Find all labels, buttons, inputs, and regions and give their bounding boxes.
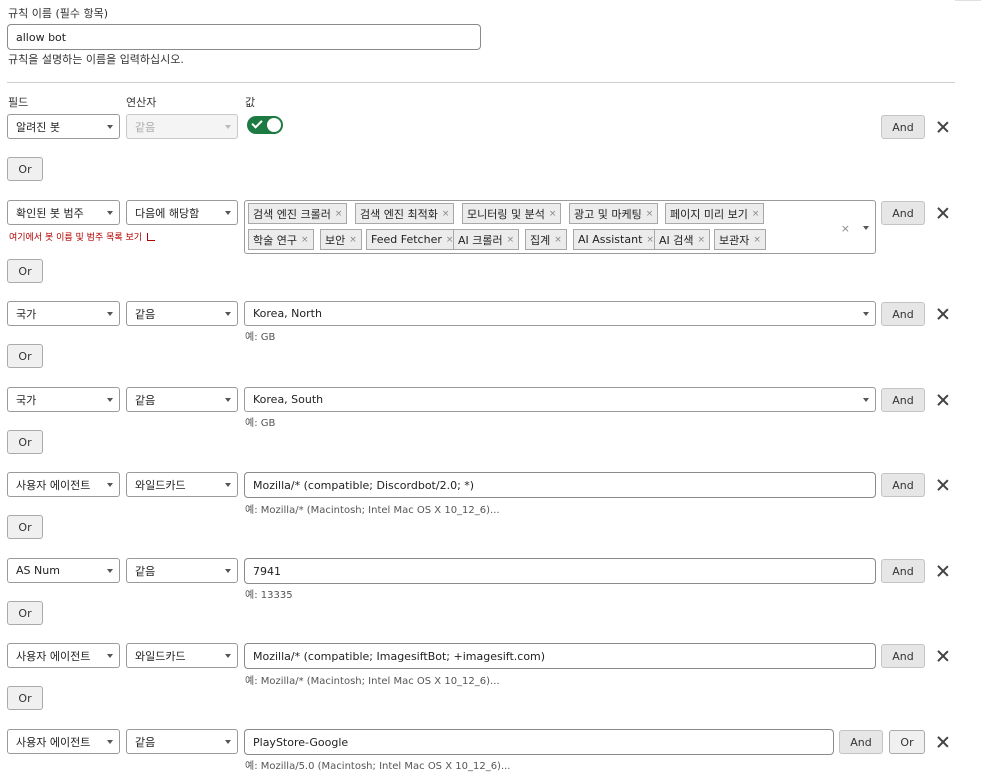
category-tag: 광고 및 마케팅 × — [569, 203, 659, 224]
field-select-row-5[interactable]: 사용자 에이전트 — [7, 472, 120, 497]
operator-select-row-6[interactable]: 같음 — [126, 558, 238, 583]
or-button-row-3[interactable]: Or — [7, 344, 43, 368]
value-hint-row-7: 예: Mozilla/* (Macintosh; Intel Mac OS X … — [245, 676, 500, 687]
field-select-row-2[interactable]: 확인된 봇 범주 — [7, 200, 120, 225]
top-edge-line — [955, 0, 981, 3]
remove-row-3-icon[interactable] — [936, 307, 950, 321]
tag-remove-icon[interactable]: × — [752, 209, 760, 219]
chevron-down-icon[interactable] — [863, 226, 869, 230]
user-agent-input-row-8[interactable]: PlayStore-Google — [244, 729, 834, 755]
category-tag: 보안 × — [320, 229, 362, 250]
remove-row-5-icon[interactable] — [936, 478, 950, 492]
field-select-row-3[interactable]: 국가 — [7, 301, 120, 326]
value-header: 값 — [245, 96, 256, 109]
and-button-row-7[interactable]: And — [881, 644, 925, 668]
value-hint-row-8: 예: Mozilla/5.0 (Macintosh; Intel Mac OS … — [245, 761, 511, 772]
tag-remove-icon[interactable]: × — [554, 235, 562, 245]
category-tag: 보관자 × — [714, 229, 766, 250]
field-select-row-4[interactable]: 국가 — [7, 387, 120, 412]
or-button-row-4[interactable]: Or — [7, 430, 43, 454]
or-button-row-5[interactable]: Or — [7, 515, 43, 539]
and-button-row-5[interactable]: And — [881, 473, 925, 497]
remove-row-7-icon[interactable] — [936, 649, 950, 663]
remove-row-8-icon[interactable] — [936, 735, 950, 749]
category-tag: AI 검색 × — [654, 229, 711, 250]
category-tag: 학술 연구 × — [248, 229, 314, 250]
as-num-input-row-6[interactable]: 7941 — [244, 558, 876, 584]
rule-name-helper: 규칙을 설명하는 이름을 입력하십시오. — [8, 53, 184, 66]
remove-row-1-icon[interactable] — [936, 120, 950, 134]
or-button-row-8[interactable]: Or — [889, 730, 925, 754]
tag-remove-icon[interactable]: × — [753, 235, 761, 245]
category-tag: AI 크롤러 × — [453, 229, 520, 250]
or-button-row-2[interactable]: Or — [7, 259, 43, 283]
bot-list-link[interactable]: 여기에서 봇 이름 및 범주 목록 보기 — [9, 230, 155, 243]
operator-select-row-4[interactable]: 같음 — [126, 387, 238, 412]
operator-select-row-8[interactable]: 같음 — [126, 729, 238, 754]
operator-select-row-1: 같음 — [126, 114, 238, 139]
external-link-icon — [146, 233, 155, 241]
rule-name-input[interactable]: allow bot — [7, 24, 481, 50]
category-tag: AI Assistant × — [573, 229, 659, 250]
and-button-row-3[interactable]: And — [881, 302, 925, 326]
operator-select-row-2[interactable]: 다음에 해당함 — [126, 200, 238, 225]
value-hint-row-6: 예: 13335 — [245, 590, 293, 601]
value-hint-row-4: 예: GB — [245, 418, 276, 429]
user-agent-input-row-5[interactable]: Mozilla/* (compatible; Discordbot/2.0; *… — [244, 472, 876, 498]
or-button-row-1[interactable]: Or — [7, 157, 43, 181]
field-select-row-1[interactable]: 알려진 봇 — [7, 114, 120, 139]
category-tag: 검색 엔진 크롤러 × — [248, 203, 348, 224]
or-button-row-7[interactable]: Or — [7, 686, 43, 710]
operator-header: 연산자 — [126, 96, 157, 109]
tag-remove-icon[interactable]: × — [442, 209, 450, 219]
and-button-row-6[interactable]: And — [881, 559, 925, 583]
section-divider — [7, 82, 955, 83]
operator-select-row-7[interactable]: 와일드카드 — [126, 643, 238, 668]
tag-remove-icon[interactable]: × — [507, 235, 515, 245]
remove-row-6-icon[interactable] — [936, 564, 950, 578]
and-button-row-2[interactable]: And — [881, 201, 925, 225]
value-hint-row-3: 예: GB — [245, 332, 276, 343]
clear-all-icon[interactable]: × — [841, 222, 850, 235]
check-icon — [251, 117, 263, 129]
field-select-row-7[interactable]: 사용자 에이전트 — [7, 643, 120, 668]
tag-remove-icon[interactable]: × — [646, 235, 654, 245]
value-hint-row-5: 예: Mozilla/* (Macintosh; Intel Mac OS X … — [245, 505, 500, 516]
tag-remove-icon[interactable]: × — [549, 209, 557, 219]
operator-select-row-5[interactable]: 와일드카드 — [126, 472, 238, 497]
tag-remove-icon[interactable]: × — [698, 235, 706, 245]
tag-remove-icon[interactable]: × — [335, 209, 343, 219]
known-bot-toggle[interactable] — [247, 116, 283, 134]
category-tag: Feed Fetcher × — [366, 229, 459, 250]
remove-row-2-icon[interactable] — [936, 206, 950, 220]
rule-name-label: 규칙 이름 (필수 항목) — [8, 7, 109, 20]
field-select-row-8[interactable]: 사용자 에이전트 — [7, 729, 120, 754]
user-agent-input-row-7[interactable]: Mozilla/* (compatible; ImagesiftBot; +im… — [244, 643, 876, 669]
category-tag: 페이지 미리 보기 × — [665, 203, 765, 224]
and-button-row-1[interactable]: And — [881, 115, 925, 139]
and-button-row-4[interactable]: And — [881, 388, 925, 412]
operator-select-row-3[interactable]: 같음 — [126, 301, 238, 326]
field-header: 필드 — [8, 96, 29, 109]
or-button-row-6[interactable]: Or — [7, 601, 43, 625]
field-select-row-6[interactable]: AS Num — [7, 558, 120, 583]
and-button-row-8[interactable]: And — [839, 730, 883, 754]
remove-row-4-icon[interactable] — [936, 393, 950, 407]
tag-remove-icon[interactable]: × — [301, 235, 309, 245]
country-select-row-4[interactable]: Korea, South — [244, 387, 876, 412]
category-tag: 모니터링 및 분석 × — [462, 203, 562, 224]
country-select-row-3[interactable]: Korea, North — [244, 301, 876, 326]
category-tag: 검색 엔진 최적화 × — [355, 203, 455, 224]
tag-remove-icon[interactable]: × — [349, 235, 357, 245]
category-tag: 집계 × — [525, 229, 567, 250]
tag-remove-icon[interactable]: × — [646, 209, 654, 219]
